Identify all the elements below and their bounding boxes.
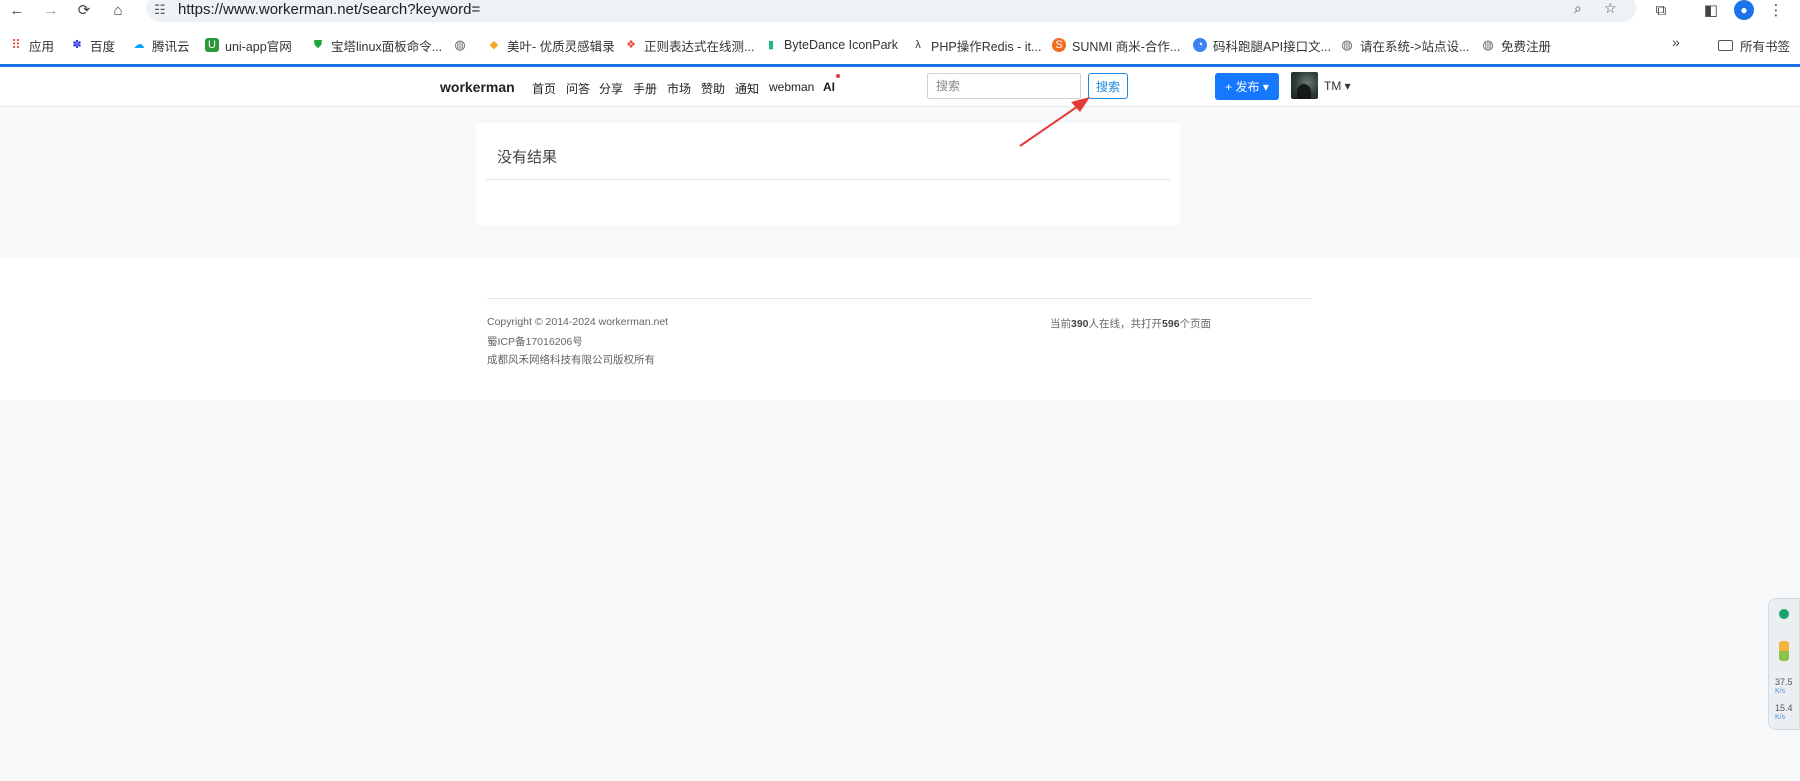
nav-webman[interactable]: webman — [769, 80, 814, 94]
bookmark-label: 应用 — [29, 39, 55, 54]
back-icon[interactable]: ← — [6, 0, 28, 20]
sunmi-icon: S — [1052, 38, 1066, 52]
upload-unit: K/s — [1775, 714, 1786, 721]
diamond-icon: ◆ — [489, 39, 499, 51]
bookmark-apps[interactable]: ⠿ 应用 — [9, 34, 54, 56]
bookmark-label: 美叶- 优质灵感辑录 — [507, 39, 615, 54]
publish-button[interactable]: + 发布 ▾ — [1215, 73, 1279, 100]
nav-market[interactable]: 市场 — [667, 80, 691, 97]
bookmark-regex[interactable]: ❖ 正则表达式在线测... — [624, 34, 754, 56]
online-count: 390 — [1071, 318, 1089, 330]
nav-home[interactable]: 首页 — [532, 80, 556, 97]
bookmark-label: 码科跑腿API接口文... — [1213, 39, 1332, 54]
bookmark-maker[interactable]: ◔ 码科跑腿API接口文... — [1193, 34, 1331, 56]
nav-notifications[interactable]: 通知 — [735, 80, 759, 97]
url-text[interactable]: https://www.workerman.net/search?keyword… — [178, 1, 480, 18]
globe-icon: ◍ — [454, 37, 466, 52]
baidu-paw-icon: ✽ — [72, 39, 82, 51]
notification-dot — [836, 74, 840, 78]
company-text: 成都风禾网络科技有限公司版权所有 — [487, 354, 655, 366]
bookmark-iconpark[interactable]: ▮ ByteDance IconPark — [764, 34, 898, 56]
nav-questions[interactable]: 问答 — [566, 80, 590, 97]
site-logo[interactable]: workerman — [440, 79, 515, 95]
globe-icon: ◍ — [1482, 37, 1494, 52]
bookmark-baota[interactable]: ⛊ 宝塔linux面板命令... — [311, 34, 442, 56]
bookmark-sunmi[interactable]: S SUNMI 商米-合作... — [1052, 34, 1180, 56]
bookmark-label: PHP操作Redis - it... — [931, 39, 1042, 54]
lambda-icon: λ — [915, 39, 921, 51]
bookmark-label: 免费注册 — [1501, 39, 1552, 54]
status-dot-icon — [1779, 609, 1789, 619]
extensions-icon[interactable]: ⧉ — [1650, 0, 1672, 20]
address-bar[interactable]: ☷ https://www.workerman.net/search?keywo… — [146, 0, 1636, 22]
bookmark-globe[interactable]: ◍ — [453, 34, 473, 56]
pages-count: 596 — [1162, 318, 1180, 330]
pages-suffix: 个页面 — [1179, 318, 1212, 330]
iconpark-icon: ▮ — [767, 39, 775, 51]
uni-app-icon: U — [205, 38, 219, 52]
upload-speed: 15.4 — [1775, 703, 1793, 713]
home-icon[interactable]: ⌂ — [107, 0, 129, 20]
footer-divider — [487, 298, 1312, 299]
codepen-icon: ❖ — [626, 39, 636, 51]
search-input[interactable] — [927, 73, 1081, 99]
nav-share[interactable]: 分享 — [599, 80, 623, 97]
bookmark-label: ByteDance IconPark — [784, 38, 898, 52]
nav-manual[interactable]: 手册 — [633, 80, 657, 97]
search-results-card: 没有结果 — [476, 123, 1180, 225]
address-row: ← → ⟳ ⌂ ☷ https://www.workerman.net/sear… — [0, 0, 1800, 22]
network-speed-widget[interactable]: 37.5 K/s 15.4 K/s — [1768, 598, 1800, 730]
bookmark-php-redis[interactable]: λ PHP操作Redis - it... — [911, 34, 1041, 56]
nav-ai[interactable]: AI — [823, 80, 835, 94]
all-bookmarks-button[interactable]: 所有书签 — [1718, 34, 1790, 56]
user-menu[interactable]: TM ▾ — [1324, 79, 1351, 93]
bookmark-site-settings[interactable]: ◍ 请在系统->站点设... — [1340, 34, 1469, 56]
meter-icon — [1779, 641, 1789, 661]
divider — [486, 179, 1170, 180]
copyright-text: Copyright © 2014-2024 workerman.net — [487, 316, 669, 328]
no-results-text: 没有结果 — [497, 149, 558, 166]
online-stats: 当前390人在线，共打开596个页面 — [1050, 316, 1211, 331]
avatar[interactable] — [1291, 72, 1318, 99]
site-footer: Copyright © 2014-2024 workerman.net 蜀ICP… — [0, 258, 1800, 400]
download-unit: K/s — [1775, 688, 1786, 695]
zoom-icon[interactable]: ⌕ — [1574, 0, 1582, 17]
bookmark-label: 百度 — [90, 39, 116, 54]
bookmark-baidu[interactable]: ✽ 百度 — [70, 34, 115, 56]
bookmark-label: 腾讯云 — [152, 39, 190, 54]
bookmark-label: 请在系统->站点设... — [1360, 39, 1470, 54]
bookmarks-more-button[interactable]: » — [1672, 34, 1680, 50]
forward-icon[interactable]: → — [40, 0, 62, 20]
bookmark-meiye[interactable]: ◆ 美叶- 优质灵感辑录 — [487, 34, 615, 56]
bookmark-label: 正则表达式在线测... — [644, 39, 755, 54]
folder-icon — [1718, 39, 1733, 51]
site-navbar: workerman 首页 问答 分享 手册 市场 赞助 通知 webman AI… — [0, 67, 1800, 107]
bookmark-label: 宝塔linux面板命令... — [331, 39, 443, 54]
all-bookmarks-label: 所有书签 — [1740, 39, 1791, 54]
profile-icon[interactable]: ● — [1733, 0, 1755, 20]
search-button[interactable]: 搜索 — [1088, 73, 1128, 99]
maker-icon: ◔ — [1193, 38, 1207, 52]
star-icon[interactable]: ☆ — [1604, 0, 1617, 17]
reload-icon[interactable]: ⟳ — [73, 0, 95, 20]
menu-icon[interactable]: ⋮ — [1765, 0, 1787, 20]
browser-chrome: ← → ⟳ ⌂ ☷ https://www.workerman.net/sear… — [0, 0, 1800, 64]
bookmark-label: uni-app官网 — [225, 39, 292, 54]
online-prefix: 当前 — [1050, 318, 1071, 330]
bookmark-uni-app[interactable]: U uni-app官网 — [205, 34, 292, 56]
download-speed: 37.5 — [1775, 677, 1793, 687]
globe-icon: ◍ — [1341, 37, 1353, 52]
shield-icon: ⛊ — [313, 39, 323, 51]
apps-grid-icon: ⠿ — [11, 37, 21, 52]
cloud-icon: ☁ — [133, 39, 145, 51]
nav-sponsor[interactable]: 赞助 — [701, 80, 725, 97]
icp-link[interactable]: 蜀ICP备17016206号 — [487, 334, 583, 349]
bookmark-register[interactable]: ◍ 免费注册 — [1481, 34, 1551, 56]
bookmark-tencent-cloud[interactable]: ☁ 腾讯云 — [132, 34, 190, 56]
bookmark-label: SUNMI 商米-合作... — [1072, 39, 1181, 54]
bookmarks-bar: ⠿ 应用 ✽ 百度 ☁ 腾讯云 U uni-app官网 ⛊ 宝塔linux面板命… — [0, 34, 1800, 56]
side-panel-icon[interactable]: ◧ — [1700, 0, 1722, 20]
online-mid: 人在线，共打开 — [1088, 318, 1163, 330]
site-settings-icon[interactable]: ☷ — [154, 2, 166, 18]
